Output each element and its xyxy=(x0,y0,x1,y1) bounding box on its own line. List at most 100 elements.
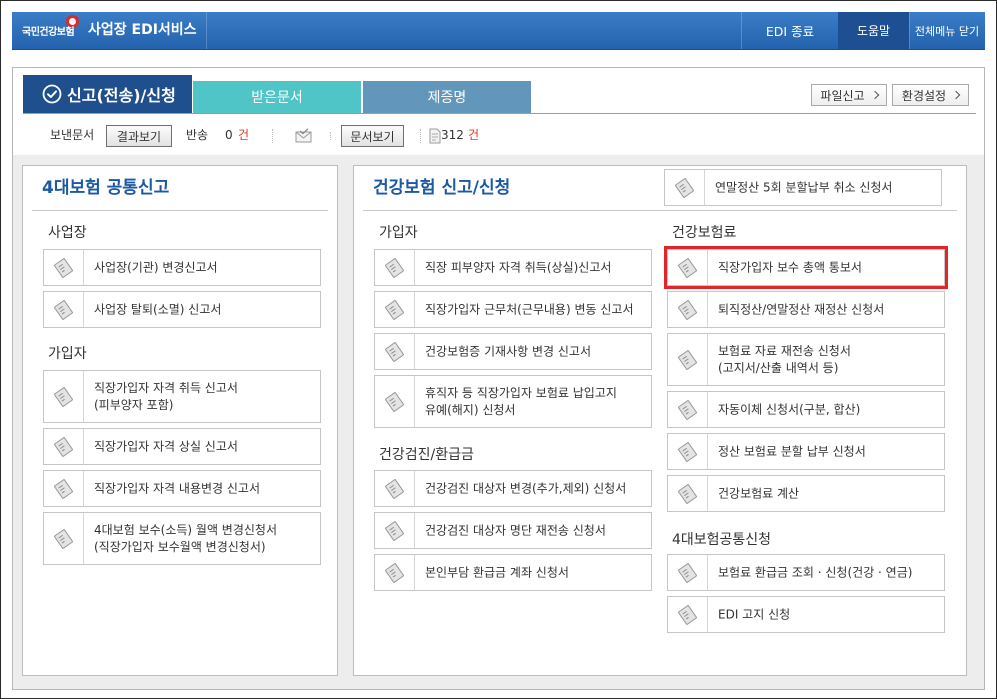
item-label: 자동이체 신청서(구분, 합산) xyxy=(718,402,861,416)
item-checkup-target-change-request[interactable]: 건강검진 대상자 변경(추가,제외) 신청서 xyxy=(374,470,652,507)
highlight-box xyxy=(664,246,948,289)
item-label: 보험료 자료 재전송 신청서 (고지서/산출 내역서 등) xyxy=(718,343,851,375)
edit-document-icon xyxy=(44,292,84,327)
item-workplace-change-report[interactable]: 사업장(기관) 변경신고서 xyxy=(43,249,321,286)
item-label: 사업장(기관) 변경신고서 xyxy=(94,260,218,274)
item-auto-transfer-request[interactable]: 자동이체 신청서(구분, 합산) xyxy=(667,391,945,428)
tab-received-docs[interactable]: 받은문서 xyxy=(193,81,361,113)
item-refund-account-request[interactable]: 본인부담 환급금 계좌 신청서 xyxy=(374,554,652,591)
document-icon xyxy=(429,128,441,144)
edit-document-icon xyxy=(44,371,84,422)
chevron-right-icon xyxy=(951,90,961,100)
item-label: 본인부담 환급금 계좌 신청서 xyxy=(425,565,569,579)
help-button[interactable]: 도움말 xyxy=(838,12,909,49)
edit-document-icon xyxy=(668,476,708,511)
edit-document-icon xyxy=(44,429,84,464)
title-divider xyxy=(32,210,328,211)
item-label: 직장가입자 자격 상실 신고서 xyxy=(94,439,238,453)
item-label: 휴직자 등 직장가입자 보험료 납입고지 유예(해지) 신청서 xyxy=(425,385,617,417)
returned-unit: 건 xyxy=(238,128,250,142)
item-resettlement-request[interactable]: 퇴직정산/연말정산 재정산 신청서 xyxy=(667,291,945,328)
edit-document-icon xyxy=(375,513,415,548)
doc-count: 312 xyxy=(441,128,464,142)
check-circle-icon xyxy=(42,84,62,104)
toolbar-divider xyxy=(272,129,273,143)
item-member-info-change-report[interactable]: 직장가입자 자격 내용변경 신고서 xyxy=(43,470,321,507)
item-label: 퇴직정산/연말정산 재정산 신청서 xyxy=(718,302,885,316)
sent-docs-label: 보낸문서 xyxy=(50,128,95,142)
item-label: 직장가입자 근무처(근무내용) 변동 신고서 xyxy=(425,302,634,316)
doc-count-unit: 건 xyxy=(468,128,480,142)
item-edi-notice-request[interactable]: EDI 고지 신청 xyxy=(667,596,945,633)
section-title: 사업장 xyxy=(48,225,87,241)
logo-text: 국민건강보험 xyxy=(22,27,75,38)
item-label: 직장가입자 자격 내용변경 신고서 xyxy=(94,481,261,495)
view-docs-button[interactable]: 문서보기 xyxy=(341,125,404,147)
file-report-button[interactable]: 파일신고 xyxy=(811,84,887,106)
item-label: 건강보험증 기재사항 변경 신고서 xyxy=(425,344,592,358)
section-title: 가입자 xyxy=(48,346,87,362)
panel-title: 건강보험 신고/신청 xyxy=(373,178,511,198)
item-dependent-qualification-report[interactable]: 직장 피부양자 자격 취득(상실)신고서 xyxy=(374,249,652,286)
settings-button[interactable]: 환경설정 xyxy=(892,84,969,106)
item-refund-inquiry-request[interactable]: 보험료 환급금 조회 · 신청(건강 · 연금) xyxy=(667,554,945,591)
edit-document-icon xyxy=(668,392,708,427)
tab-report-submit[interactable]: 신고(전송)/신청 xyxy=(23,75,192,113)
settings-label: 환경설정 xyxy=(901,88,947,103)
edit-document-icon xyxy=(665,170,705,205)
item-premium-calculator[interactable]: 건강보험료 계산 xyxy=(667,475,945,512)
edit-document-icon xyxy=(375,250,415,285)
edit-document-icon xyxy=(668,597,708,632)
tab-certificates[interactable]: 제증명 xyxy=(363,81,531,113)
item-member-loss-report[interactable]: 직장가입자 자격 상실 신고서 xyxy=(43,428,321,465)
item-workplace-change-notice[interactable]: 직장가입자 근무처(근무내용) 변동 신고서 xyxy=(374,291,652,328)
item-leave-notice-deferral-request[interactable]: 휴직자 등 직장가입자 보험료 납입고지 유예(해지) 신청서 xyxy=(374,375,652,428)
section-title: 건강보험료 xyxy=(672,225,737,241)
item-label: EDI 고지 신청 xyxy=(718,607,791,621)
item-workplace-withdrawal-report[interactable]: 사업장 탈퇴(소멸) 신고서 xyxy=(43,291,321,328)
item-label: 직장 피부양자 자격 취득(상실)신고서 xyxy=(425,260,612,274)
item-label: 보험료 환급금 조회 · 신청(건강 · 연금) xyxy=(718,565,913,579)
toolbar-divider xyxy=(330,132,331,140)
item-label: 사업장 탈퇴(소멸) 신고서 xyxy=(94,302,222,316)
view-results-button[interactable]: 결과보기 xyxy=(106,125,172,147)
edi-exit-button[interactable]: EDI 종료 xyxy=(742,12,838,49)
item-insurance-card-change-report[interactable]: 건강보험증 기재사항 변경 신고서 xyxy=(374,333,652,370)
nhis-logo[interactable]: 국민건강보험 xyxy=(20,12,92,49)
item-label: 연말정산 5회 분할납부 취소 신청서 xyxy=(715,180,893,194)
close-all-menu-button[interactable]: 전체메뉴 닫기 xyxy=(909,12,985,49)
envelope-icon[interactable] xyxy=(295,128,313,143)
tab-underline xyxy=(23,113,976,114)
edit-document-icon xyxy=(44,471,84,506)
edit-document-icon xyxy=(668,555,708,590)
item-label: 직장가입자 자격 취득 신고서 (피부양자 포함) xyxy=(94,380,238,412)
edit-document-icon xyxy=(375,471,415,506)
item-installment-payment-request[interactable]: 정산 보험료 분할 납부 신청서 xyxy=(667,433,945,470)
returned-count: 0 xyxy=(225,128,233,142)
title-divider xyxy=(363,210,957,211)
edit-document-icon xyxy=(668,334,708,385)
service-title: 사업장 EDI서비스 xyxy=(88,22,197,38)
item-premium-data-resend-request[interactable]: 보험료 자료 재전송 신청서 (고지서/산출 내역서 등) xyxy=(667,333,945,386)
section-title: 가입자 xyxy=(379,225,418,241)
edit-document-icon xyxy=(668,434,708,469)
panel-title: 4대보험 공통신고 xyxy=(42,178,170,198)
header-divider xyxy=(206,12,207,49)
edit-document-icon xyxy=(44,250,84,285)
item-label: 정산 보험료 분할 납부 신청서 xyxy=(718,444,866,458)
item-label: 건강보험료 계산 xyxy=(718,486,800,500)
item-year-end-installment-cancel[interactable]: 연말정산 5회 분할납부 취소 신청서 xyxy=(664,169,942,206)
file-report-label: 파일신고 xyxy=(820,88,865,103)
top-header: 국민건강보험 사업장 EDI서비스 EDI 종료 도움말 전체메뉴 닫기 xyxy=(12,12,985,50)
item-label: 4대보험 보수(소득) 월액 변경신청서 (직장가입자 보수월액 변경신청서) xyxy=(94,522,278,554)
edit-document-icon xyxy=(375,334,415,369)
item-monthly-pay-change-request[interactable]: 4대보험 보수(소득) 월액 변경신청서 (직장가입자 보수월액 변경신청서) xyxy=(43,512,321,565)
item-member-acquisition-report[interactable]: 직장가입자 자격 취득 신고서 (피부양자 포함) xyxy=(43,370,321,423)
edit-document-icon xyxy=(668,292,708,327)
tab-label: 제증명 xyxy=(427,90,467,106)
edit-document-icon xyxy=(375,555,415,590)
item-checkup-list-resend-request[interactable]: 건강검진 대상자 명단 재전송 신청서 xyxy=(374,512,652,549)
section-title: 4대보험공통신청 xyxy=(672,532,772,548)
item-label: 건강검진 대상자 명단 재전송 신청서 xyxy=(425,523,606,537)
item-label: 건강검진 대상자 변경(추가,제외) 신청서 xyxy=(425,481,627,495)
